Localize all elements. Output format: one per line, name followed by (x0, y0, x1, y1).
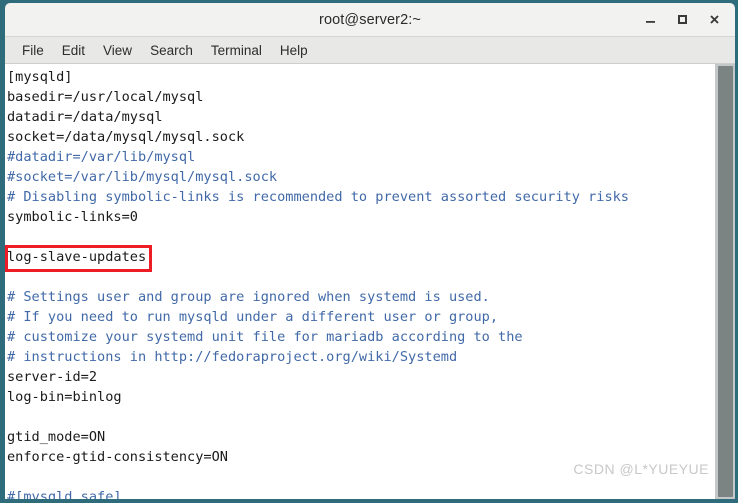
close-button[interactable] (699, 6, 729, 34)
terminal-line: # instructions in http://fedoraproject.o… (7, 349, 458, 365)
terminal-text-area[interactable]: [mysqld] basedir=/usr/local/mysql datadir=… (5, 64, 715, 499)
terminal-line: [mysqld] (7, 69, 73, 85)
menu-item-edit[interactable]: Edit (53, 41, 94, 60)
terminal-line: socket=/data/mysql/mysql.sock (7, 129, 245, 145)
vertical-scrollbar[interactable] (715, 64, 735, 499)
terminal-line: # customize your systemd unit file for m… (7, 329, 523, 345)
watermark-text: CSDN @L*YUEYUE (573, 461, 709, 477)
maximize-button[interactable] (667, 6, 697, 34)
terminal-body: [mysqld] basedir=/usr/local/mysql datadir=… (5, 64, 735, 499)
minimize-button[interactable] (635, 6, 665, 34)
terminal-line: #socket=/var/lib/mysql/mysql.sock (7, 169, 278, 185)
title-bar[interactable]: root@server2:~ (5, 3, 735, 37)
terminal-line: symbolic-links=0 (7, 209, 138, 225)
terminal-line: log-bin=binlog (7, 389, 122, 405)
menu-item-view[interactable]: View (94, 41, 141, 60)
window-title: root@server2:~ (319, 11, 421, 28)
terminal-line: # Disabling symbolic-links is recommende… (7, 189, 629, 205)
terminal-line: #datadir=/var/lib/mysql (7, 149, 196, 165)
menu-bar: File Edit View Search Terminal Help (5, 37, 735, 64)
menu-item-help[interactable]: Help (271, 41, 317, 60)
terminal-line: gtid_mode=ON (7, 429, 106, 445)
terminal-line: basedir=/usr/local/mysql (7, 89, 204, 105)
terminal-line: #[mysqld_safe] (7, 489, 122, 499)
terminal-line: # If you need to run mysqld under a diff… (7, 309, 499, 325)
menu-item-terminal[interactable]: Terminal (202, 41, 271, 60)
terminal-line: log-slave-updates (7, 249, 147, 265)
menu-item-search[interactable]: Search (141, 41, 202, 60)
close-icon (709, 15, 719, 24)
menu-item-file[interactable]: File (13, 41, 53, 60)
maximize-icon (677, 15, 687, 24)
terminal-line: datadir=/data/mysql (7, 109, 163, 125)
window-controls (635, 3, 729, 36)
terminal-line: # Settings user and group are ignored wh… (7, 289, 490, 305)
minimize-icon (645, 21, 655, 23)
scrollbar-thumb[interactable] (718, 66, 733, 497)
terminal-window: root@server2:~ File Edit View Search Ter… (0, 0, 738, 503)
terminal-line: server-id=2 (7, 369, 98, 385)
